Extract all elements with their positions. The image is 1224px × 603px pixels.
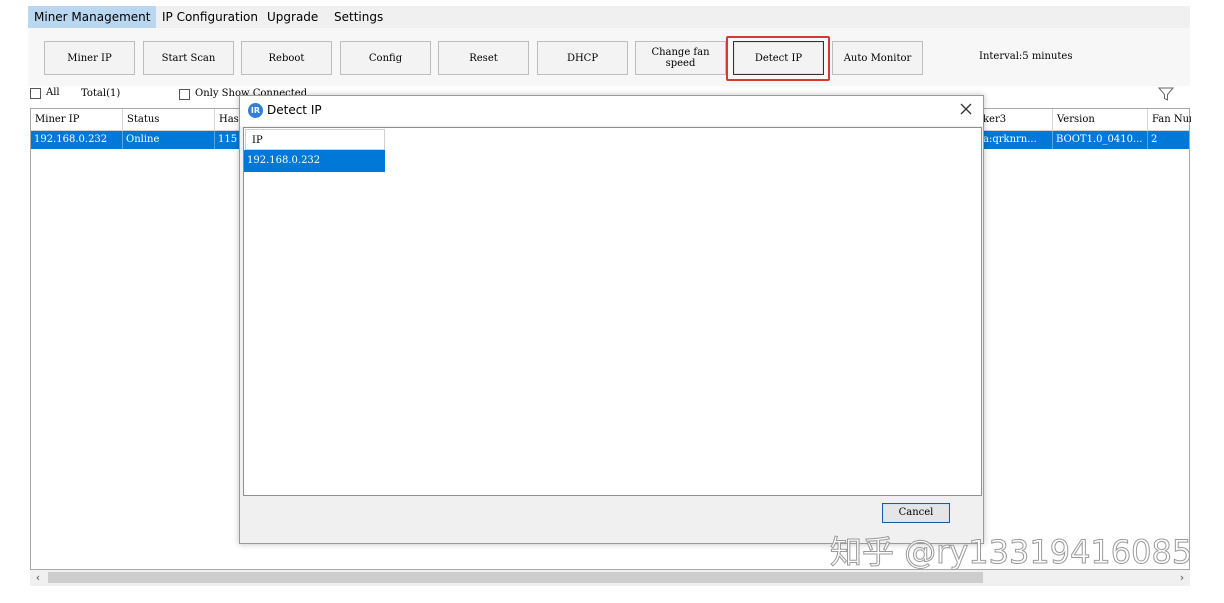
miner-ip-button[interactable]: Miner IP bbox=[44, 41, 135, 75]
interval-label: Interval:5 minutes bbox=[979, 51, 1073, 62]
dhcp-button[interactable]: DHCP bbox=[537, 41, 628, 75]
detect-ip-highlight bbox=[726, 36, 830, 81]
list-item[interactable]: 192.168.0.232 bbox=[244, 150, 385, 172]
tab-settings[interactable]: Settings bbox=[328, 6, 389, 28]
all-label: All bbox=[46, 87, 60, 98]
cell-miner-ip: 192.168.0.232 bbox=[31, 131, 123, 149]
header-version[interactable]: Version bbox=[1053, 109, 1148, 131]
cell-version: BOOT1.0_0410... bbox=[1053, 131, 1148, 149]
cell-worker3: a:qrknrn... bbox=[981, 131, 1053, 149]
only-show-connected-checkbox[interactable] bbox=[179, 89, 190, 100]
header-status[interactable]: Status bbox=[123, 109, 215, 131]
start-scan-button[interactable]: Start Scan bbox=[143, 41, 234, 75]
close-icon[interactable] bbox=[959, 102, 973, 116]
ip-column-header[interactable]: IP bbox=[245, 129, 385, 150]
change-fan-speed-button[interactable]: Change fan speed bbox=[635, 41, 726, 75]
reset-button[interactable]: Reset bbox=[438, 41, 529, 75]
dialog-title-bar: IR Detect IP bbox=[240, 96, 983, 126]
header-fan-num[interactable]: Fan Num bbox=[1148, 109, 1191, 131]
cell-fan-num: 2 bbox=[1151, 134, 1158, 145]
tab-upgrade[interactable]: Upgrade bbox=[261, 6, 324, 28]
select-all-checkbox[interactable] bbox=[30, 88, 41, 99]
header-worker3[interactable]: ker3 bbox=[981, 109, 1053, 131]
scroll-left-icon[interactable]: ‹ bbox=[30, 570, 46, 586]
total-count: Total(1) bbox=[81, 88, 121, 99]
app-logo-icon: IR bbox=[248, 103, 263, 118]
scrollbar-thumb[interactable] bbox=[48, 572, 983, 583]
tab-ip-configuration[interactable]: IP Configuration bbox=[156, 6, 264, 28]
tab-miner-management[interactable]: Miner Management bbox=[28, 6, 157, 28]
cell-status: Online bbox=[123, 131, 215, 149]
dialog-title: Detect IP bbox=[267, 103, 322, 117]
filter-icon[interactable] bbox=[1158, 86, 1174, 102]
auto-monitor-button[interactable]: Auto Monitor bbox=[832, 41, 923, 75]
cancel-button[interactable]: Cancel bbox=[882, 503, 950, 523]
menu-bar: Miner Management IP Configuration Upgrad… bbox=[28, 6, 1190, 28]
detect-ip-dialog: IR Detect IP IP 192.168.0.232 Cancel bbox=[239, 95, 984, 544]
config-button[interactable]: Config bbox=[340, 41, 431, 75]
reboot-button[interactable]: Reboot bbox=[241, 41, 332, 75]
watermark: 知乎 @ry13319416085 bbox=[829, 533, 1193, 572]
header-miner-ip[interactable]: Miner IP bbox=[31, 109, 123, 131]
detected-ip-list: IP 192.168.0.232 bbox=[243, 127, 982, 496]
